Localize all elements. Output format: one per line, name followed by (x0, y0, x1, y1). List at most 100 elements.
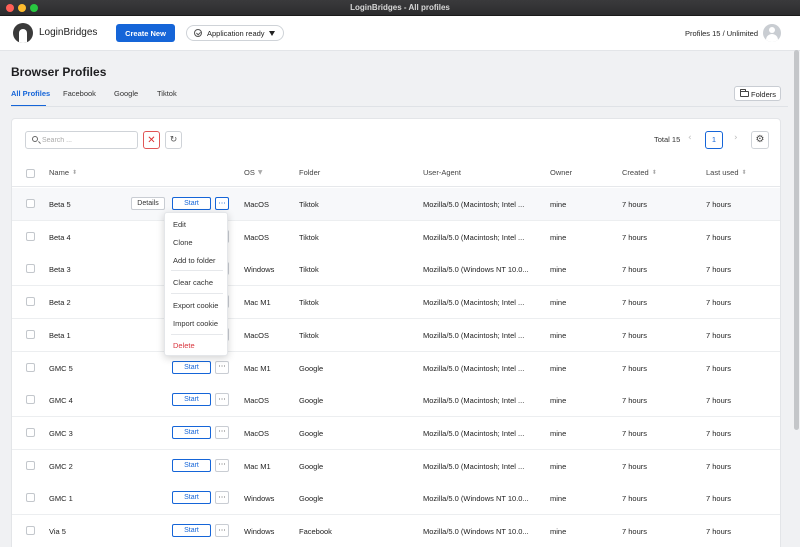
column-header-created[interactable]: Created ⬍ (622, 168, 657, 177)
table-row[interactable]: GMC 2 Start ··· Mac M1 Google Mozilla/5.0 (Ma… (12, 449, 780, 483)
table-row[interactable]: Beta 3Start···WindowsTiktokMozilla/5.0 (… (12, 253, 780, 287)
row-checkbox[interactable] (26, 427, 35, 437)
profile-created: 7 hours (622, 265, 648, 275)
menu-item-export-cookie[interactable]: Export cookie (173, 301, 218, 310)
row-checkbox[interactable] (26, 297, 35, 307)
profile-name: Beta 1 (49, 330, 71, 340)
sort-icon[interactable]: ⬍ (652, 169, 657, 176)
profile-created: 7 hours (622, 200, 648, 209)
menu-item-import-cookie[interactable]: Import cookie (173, 319, 218, 328)
table-row[interactable]: GMC 4 Start ··· MacOS Google Mozilla/5.0 (Mac… (12, 384, 780, 418)
profile-os: MacOS (244, 330, 270, 340)
profile-folder: Tiktok (299, 265, 319, 275)
profile-name: Beta 2 (49, 298, 71, 308)
start-button[interactable]: Start (172, 524, 211, 537)
scrollbar[interactable] (794, 50, 799, 430)
column-header-last-used[interactable]: Last used ⬍ (706, 168, 747, 177)
profile-user-agent: Mozilla/5.0 (Windows NT 10.0... (423, 265, 529, 275)
filter-icon[interactable]: ▼ (258, 169, 263, 176)
start-button[interactable]: Start (172, 197, 211, 210)
profile-os: Mac M1 (244, 461, 271, 471)
start-button[interactable]: Start (172, 491, 211, 505)
more-actions-button[interactable]: ··· (215, 425, 229, 439)
table-row[interactable]: Beta 2Start···Mac M1TiktokMozilla/5.0 (M… (12, 286, 780, 320)
profile-owner: mine (550, 461, 567, 471)
table-row[interactable]: Via 5 Start ··· Windows Facebook Mozilla/5.0 … (12, 515, 780, 547)
prev-page-icon[interactable]: ‹ (688, 133, 692, 143)
user-avatar[interactable] (763, 24, 781, 42)
profile-owner: mine (550, 232, 567, 242)
profile-owner: mine (550, 298, 567, 308)
table-row[interactable]: Beta 4Start···MacOSTiktokMozilla/5.0 (Ma… (12, 220, 780, 254)
menu-item-edit[interactable]: Edit (173, 220, 186, 229)
row-checkbox[interactable] (26, 395, 35, 405)
row-checkbox[interactable] (26, 460, 35, 470)
start-button[interactable]: Start (172, 458, 211, 472)
folders-button[interactable]: Folders (734, 86, 781, 101)
profile-folder: Google (299, 461, 324, 471)
tab-facebook[interactable]: Facebook (63, 89, 96, 98)
profile-owner: mine (550, 527, 567, 536)
row-checkbox[interactable] (26, 231, 35, 241)
sort-icon[interactable]: ⬍ (742, 169, 747, 176)
search-box[interactable] (25, 131, 138, 149)
more-actions-button[interactable]: ··· (215, 458, 229, 472)
table-row[interactable]: GMC 5 Start ··· Mac M1 Google Mozilla/5.0 (Ma… (12, 351, 780, 385)
more-actions-button[interactable]: ··· (215, 491, 229, 505)
row-checkbox[interactable] (26, 362, 35, 372)
refresh-button[interactable]: ↻ (165, 131, 182, 149)
next-page-icon[interactable]: › (734, 133, 738, 143)
app-header: LoginBridges Create New Application read… (0, 16, 800, 51)
profile-user-agent: Mozilla/5.0 (Macintosh; Intel ... (423, 461, 525, 471)
row-checkbox[interactable] (26, 493, 35, 503)
row-checkbox[interactable] (26, 329, 35, 339)
row-checkbox[interactable] (26, 264, 35, 274)
tab-google[interactable]: Google (114, 89, 138, 98)
more-actions-button[interactable]: ··· (215, 197, 229, 210)
column-header-os[interactable]: OS ▼ (244, 168, 262, 177)
window-titlebar: LoginBridges - All profiles (0, 0, 800, 16)
more-actions-button[interactable]: ··· (215, 360, 229, 374)
tab-tiktok[interactable]: Tiktok (157, 89, 177, 98)
create-new-button[interactable]: Create New (116, 24, 175, 42)
profile-folder: Tiktok (299, 200, 319, 209)
current-page-button[interactable]: 1 (705, 131, 723, 149)
application-status-dropdown[interactable]: Application ready (186, 25, 284, 41)
more-actions-button[interactable]: ··· (215, 393, 229, 407)
profile-os: MacOS (244, 396, 270, 406)
more-actions-button[interactable]: ··· (215, 524, 229, 537)
sort-icon[interactable]: ⬍ (72, 169, 77, 176)
start-button[interactable]: Start (172, 393, 211, 407)
profile-folder: Google (299, 428, 324, 438)
table-row[interactable]: Beta 5 Details Start ··· MacOS Tiktok Mozilla/… (12, 188, 780, 221)
window-title: LoginBridges - All profiles (350, 3, 450, 12)
start-button[interactable]: Start (172, 425, 211, 439)
clear-filter-button[interactable]: ✕ (143, 131, 160, 149)
page-title: Browser Profiles (11, 65, 107, 79)
details-button[interactable]: Details (131, 197, 165, 210)
profile-os: MacOS (244, 232, 270, 242)
row-checkbox[interactable] (26, 526, 35, 535)
profile-last-used: 7 hours (706, 200, 732, 209)
start-button[interactable]: Start (172, 360, 211, 374)
profile-os: MacOS (244, 428, 270, 438)
menu-item-add-to-folder[interactable]: Add to folder (173, 256, 216, 265)
tab-all-profiles[interactable]: All Profiles (11, 89, 50, 98)
folders-button-label: Folders (751, 90, 777, 99)
profile-owner: mine (550, 265, 567, 275)
table-row[interactable]: GMC 1 Start ··· Windows Google Mozilla/5.0 (W… (12, 482, 780, 516)
profile-os: MacOS (244, 200, 270, 209)
table-row[interactable]: Beta 1Start···MacOSTiktokMozilla/5.0 (Ma… (12, 318, 780, 352)
row-checkbox[interactable] (26, 199, 35, 208)
select-all-checkbox[interactable] (26, 169, 35, 178)
row-actions-menu: Edit Clone Add to folder Clear cache Exp… (164, 212, 228, 356)
column-settings-button[interactable]: ⚙ (751, 131, 769, 149)
table-row[interactable]: GMC 3 Start ··· MacOS Google Mozilla/5.0 (Mac… (12, 416, 780, 450)
search-input[interactable] (42, 134, 132, 146)
profile-os: Mac M1 (244, 298, 271, 308)
menu-item-clone[interactable]: Clone (173, 238, 193, 247)
menu-item-delete[interactable]: Delete (173, 341, 195, 350)
column-header-name[interactable]: Name ⬍ (49, 168, 77, 177)
menu-item-clear-cache[interactable]: Clear cache (173, 278, 213, 287)
profile-last-used: 7 hours (706, 461, 732, 471)
